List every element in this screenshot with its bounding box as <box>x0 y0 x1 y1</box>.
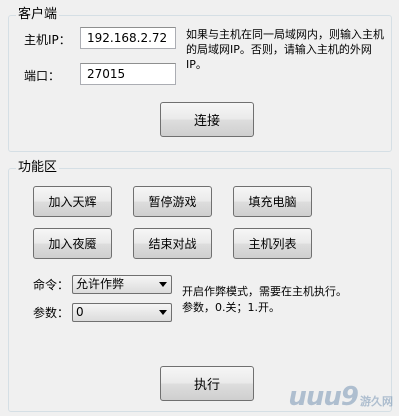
watermark-logo: uuu9 游久网 <box>288 382 393 412</box>
port-input[interactable]: 27015 <box>80 63 176 85</box>
command-select-value: 允许作弊 <box>76 277 125 291</box>
host-ip-input[interactable]: 192.168.2.72 <box>80 27 176 49</box>
host-ip-label: 主机IP： <box>24 33 71 47</box>
chevron-down-icon <box>159 282 167 287</box>
param-select-value: 0 <box>76 305 84 319</box>
join-dire-button[interactable]: 加入夜魇 <box>33 228 112 259</box>
fill-bots-button[interactable]: 填充电脑 <box>233 186 312 217</box>
chevron-down-icon <box>159 310 167 315</box>
command-help-line2: 参数，0.关；1.开。 <box>182 301 280 314</box>
command-label: 命令： <box>33 278 70 292</box>
command-help-line1: 开启作弊模式，需要在主机执行。 <box>182 285 347 298</box>
execute-button[interactable]: 执行 <box>160 366 254 401</box>
client-group-title: 客户端 <box>16 7 60 23</box>
pause-game-button[interactable]: 暂停游戏 <box>133 186 212 217</box>
port-label: 端口： <box>24 69 61 83</box>
connect-button[interactable]: 连接 <box>160 102 254 137</box>
watermark-site-text: 游久网 <box>360 395 393 408</box>
param-select[interactable]: 0 <box>72 303 172 322</box>
command-select[interactable]: 允许作弊 <box>72 275 172 294</box>
function-group-title: 功能区 <box>16 160 60 176</box>
end-match-button[interactable]: 结束对战 <box>133 228 212 259</box>
host-list-button[interactable]: 主机列表 <box>233 228 312 259</box>
join-radiant-button[interactable]: 加入天辉 <box>33 186 112 217</box>
param-label: 参数： <box>33 306 70 320</box>
watermark-logo-text: uuu9 <box>288 382 359 412</box>
connection-note: 如果与主机在同一局域网内，则输入主机的局域网IP。否则，请输入主机的外网IP。 <box>186 28 384 71</box>
